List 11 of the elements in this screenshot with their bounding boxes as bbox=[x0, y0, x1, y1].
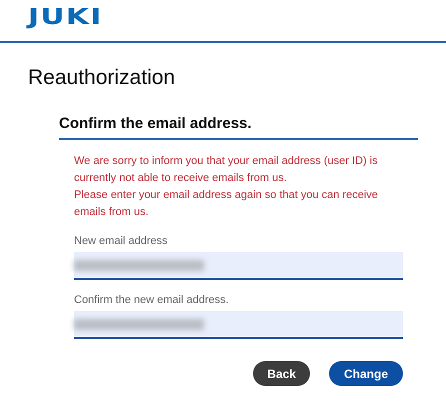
error-message: Please enter your email address again so that you can receive emails from us. bbox=[74, 188, 379, 220]
email-field[interactable] bbox=[74, 311, 403, 339]
section-heading: Confirm the email address. bbox=[59, 114, 418, 140]
email-field[interactable] bbox=[74, 252, 403, 280]
back-button[interactable]: Back bbox=[253, 361, 310, 386]
error-message: We are sorry to inform you that your email address (user ID) is currently not able to receive emails from us. bbox=[74, 154, 379, 186]
field-label: New email address bbox=[74, 234, 169, 248]
field-label: Confirm the new email address. bbox=[74, 293, 230, 307]
logo: JUKI bbox=[28, 6, 103, 30]
page-title: Reauthorization bbox=[28, 65, 176, 91]
change-button[interactable]: Change bbox=[328, 361, 403, 386]
